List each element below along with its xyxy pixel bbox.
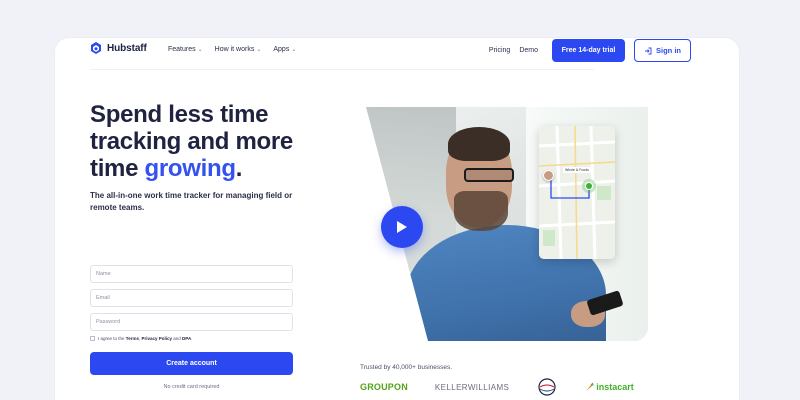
- brand-name: Hubstaff: [107, 42, 147, 54]
- name-input[interactable]: Name: [90, 265, 293, 283]
- terms-prefix: I agree to the: [98, 336, 126, 341]
- groupon-logo: GROUPON: [360, 382, 408, 392]
- chevron-down-icon: ⌄: [197, 47, 203, 53]
- instacart-logo: instacart: [585, 382, 634, 392]
- nav-actions: Pricing Demo Free 14-day trial Sign in: [489, 39, 691, 62]
- nav-divider: [90, 69, 594, 70]
- instacart-wordmark: instacart: [596, 382, 634, 392]
- terms-and: and: [172, 336, 183, 341]
- sign-in-label: Sign in: [656, 46, 681, 55]
- privacy-policy-link[interactable]: Privacy Policy: [141, 336, 172, 341]
- location-pin: [582, 179, 596, 193]
- no-credit-card-note: No credit card required: [163, 384, 220, 390]
- nav-how-it-works[interactable]: How it works ⌄: [215, 46, 262, 53]
- chevron-down-icon: ⌄: [291, 47, 297, 53]
- demo-link[interactable]: Demo: [519, 47, 538, 54]
- brand-logo[interactable]: Hubstaff: [90, 42, 147, 54]
- main-nav: Features ⌄ How it works ⌄ Apps ⌄: [168, 46, 296, 53]
- play-icon: [397, 221, 407, 233]
- kellerwilliams-logo: KELLERWILLIAMS: [434, 382, 510, 392]
- email-input[interactable]: Email: [90, 289, 293, 307]
- customer-logos: GROUPON KELLERWILLIAMS instacart: [360, 378, 634, 396]
- clippers-logo: [536, 378, 558, 396]
- create-account-button[interactable]: Create account: [90, 352, 293, 375]
- headline-highlight: growing: [144, 155, 237, 182]
- trusted-label: Trusted by 40,000+ businesses.: [360, 364, 453, 371]
- nav-how-it-works-label: How it works: [214, 46, 255, 53]
- hubstaff-logo-icon: [91, 42, 101, 54]
- person-hair: [448, 127, 510, 161]
- pricing-link[interactable]: Pricing: [489, 47, 510, 54]
- hero-headline: Spend less time tracking and more time g…: [90, 101, 310, 182]
- hero-subhead: The all-in-one work time tracker for man…: [90, 191, 293, 212]
- nav-apps[interactable]: Apps ⌄: [273, 46, 296, 53]
- sign-in-button[interactable]: Sign in: [634, 39, 691, 62]
- location-pin-icon: [585, 182, 593, 190]
- carrot-icon: [586, 382, 595, 391]
- person-beard: [454, 191, 508, 231]
- terms-link[interactable]: Terms: [126, 336, 139, 341]
- free-trial-button[interactable]: Free 14-day trial: [552, 39, 625, 62]
- headline-end: .: [235, 155, 243, 182]
- avatar: [543, 170, 554, 181]
- person-glasses: [464, 168, 514, 182]
- password-input[interactable]: Password: [90, 313, 293, 331]
- chevron-down-icon: ⌄: [256, 47, 262, 53]
- terms-suffix: .: [191, 336, 193, 341]
- play-video-button[interactable]: [381, 206, 423, 248]
- nav-features[interactable]: Features ⌄: [168, 46, 203, 53]
- map-illustration: [539, 126, 615, 259]
- terms-checkbox[interactable]: [90, 336, 95, 341]
- map-card: Whole & Foods: [539, 126, 615, 259]
- clippers-logo-icon: [538, 378, 556, 396]
- map-place-label: Whole & Foods: [563, 167, 591, 173]
- sign-in-icon: [645, 47, 652, 54]
- nav-apps-label: Apps: [273, 46, 290, 53]
- terms-row: I agree to the Terms, Privacy Policy and…: [90, 336, 192, 341]
- terms-text: I agree to the Terms, Privacy Policy and…: [98, 336, 192, 341]
- nav-features-label: Features: [168, 46, 196, 53]
- dpa-link[interactable]: DPA: [182, 336, 191, 341]
